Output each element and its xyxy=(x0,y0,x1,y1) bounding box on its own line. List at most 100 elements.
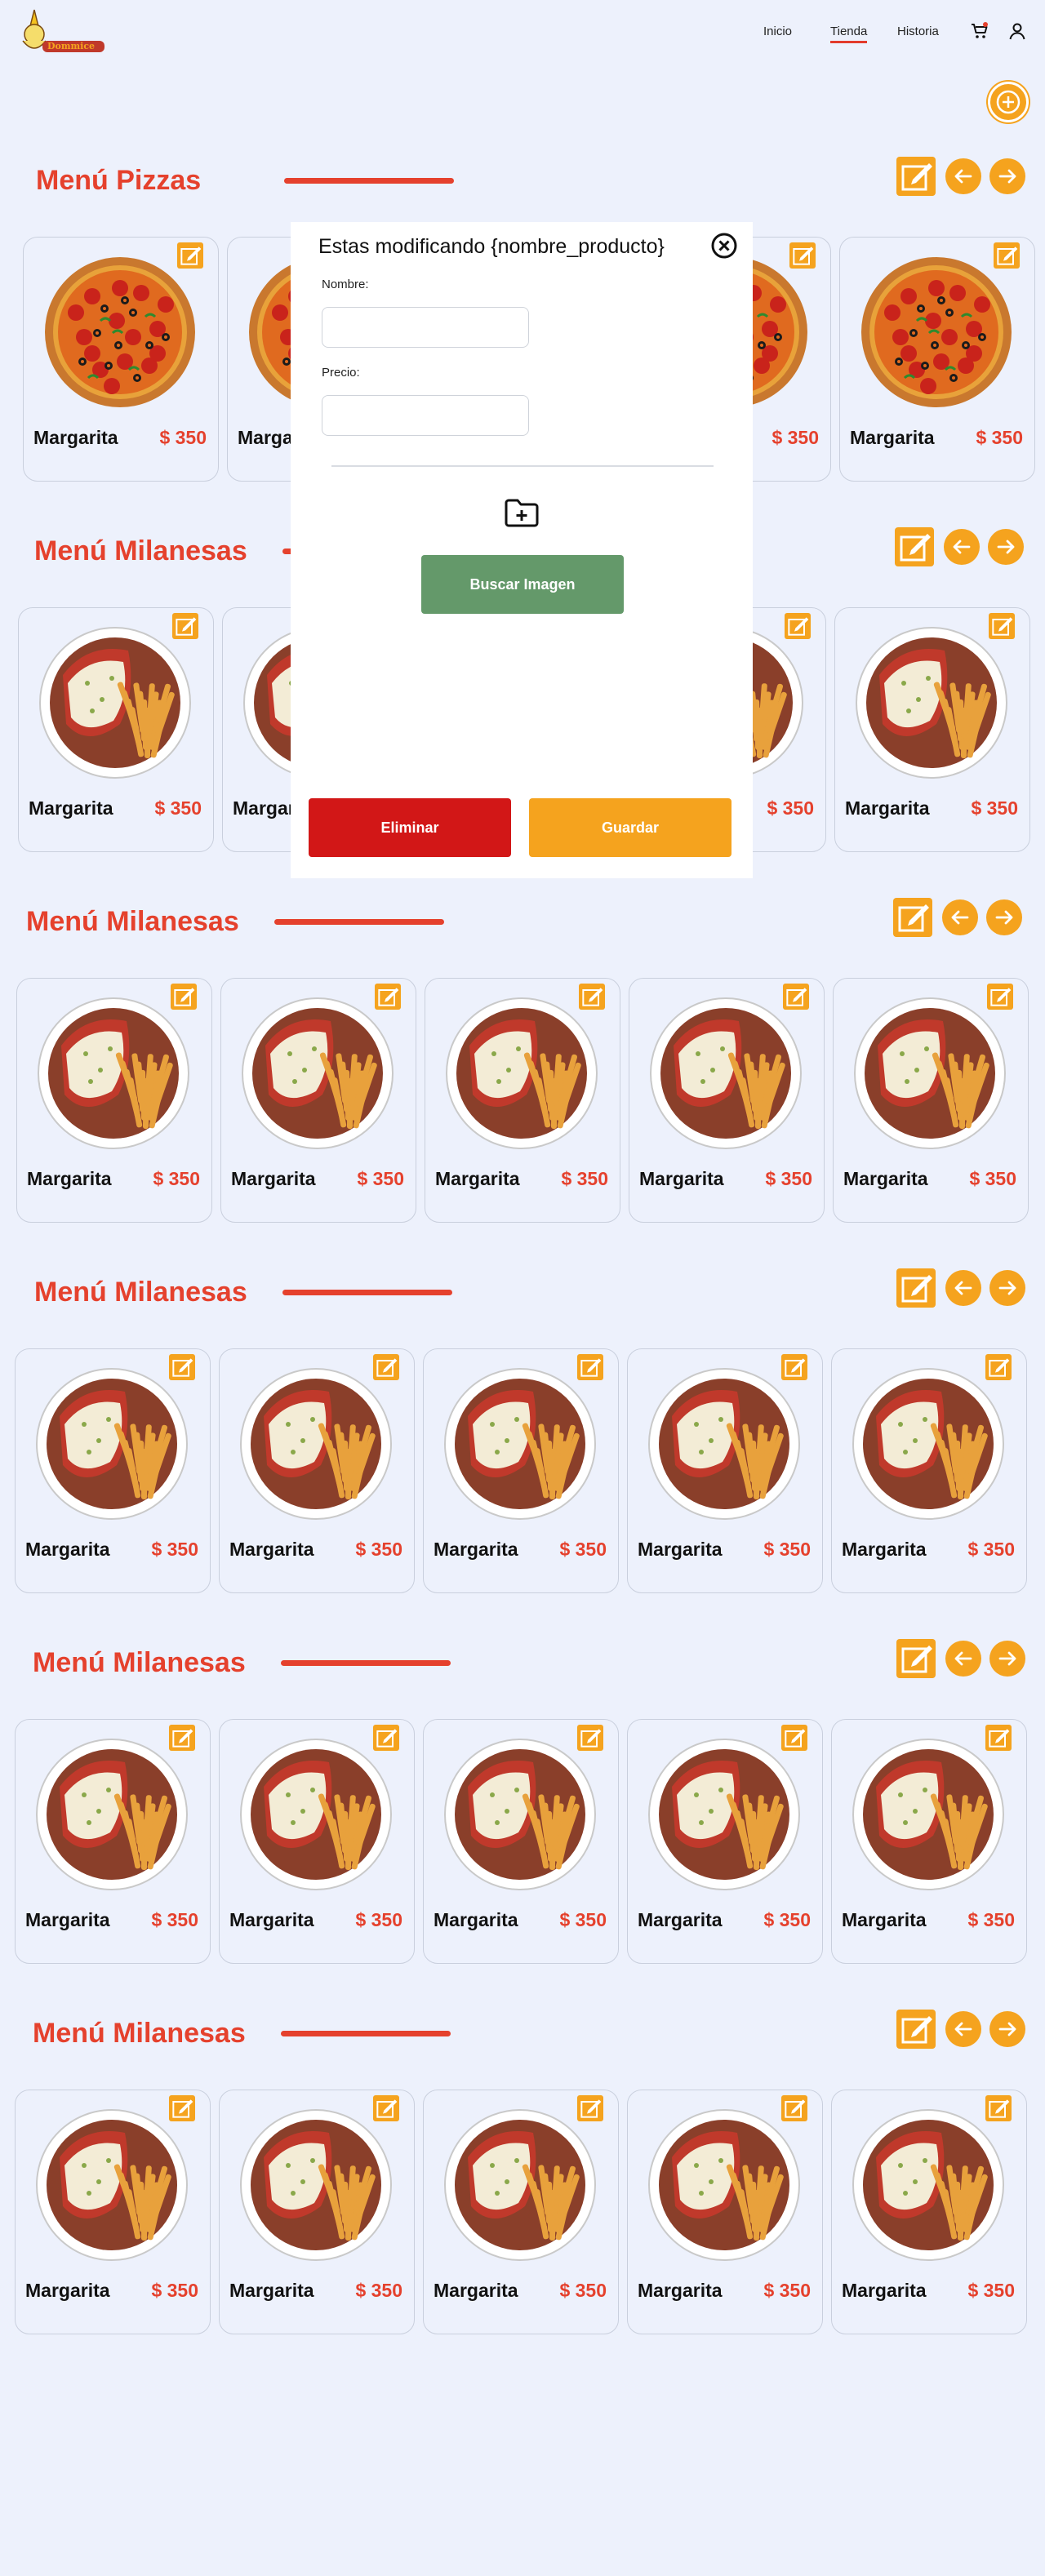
add-product-button[interactable] xyxy=(988,82,1029,122)
edit-product-button[interactable] xyxy=(169,1725,195,1751)
product-image xyxy=(239,1367,393,1521)
product-price: $ 350 xyxy=(154,797,202,819)
edit-product-button[interactable] xyxy=(781,1354,807,1380)
edit-section-button[interactable] xyxy=(893,898,932,937)
product-card[interactable]: Margarita $ 350 xyxy=(627,1348,823,1593)
scroll-right-button[interactable] xyxy=(989,1641,1025,1677)
edit-product-button[interactable] xyxy=(169,2095,195,2121)
nav-tienda[interactable]: Tienda xyxy=(830,24,868,43)
product-card[interactable]: Margarita $ 350 xyxy=(833,978,1029,1223)
product-card[interactable]: Margarita $ 350 xyxy=(839,237,1035,482)
edit-product-button[interactable] xyxy=(169,1354,195,1380)
edit-product-button[interactable] xyxy=(577,1354,603,1380)
menu-section: Menú Milanesas Margarita $ 350 Margarita $ 3… xyxy=(0,1268,1045,1619)
product-card[interactable]: Margarita $ 350 xyxy=(18,607,214,852)
search-image-button[interactable]: Buscar Imagen xyxy=(421,555,624,614)
edit-product-button[interactable] xyxy=(781,2095,807,2121)
edit-product-button[interactable] xyxy=(994,242,1020,269)
section-title: Menú Milanesas xyxy=(34,535,247,566)
save-button[interactable]: Guardar xyxy=(529,798,732,857)
product-price: $ 350 xyxy=(772,427,819,448)
product-card[interactable]: Margarita $ 350 xyxy=(834,607,1030,852)
product-card[interactable]: Margarita $ 350 xyxy=(423,1719,619,1964)
product-card[interactable]: Margarita $ 350 xyxy=(219,1719,415,1964)
price-field[interactable] xyxy=(322,395,529,436)
scroll-left-button[interactable] xyxy=(942,899,978,935)
product-name: Margarita xyxy=(229,2280,314,2301)
scroll-left-button[interactable] xyxy=(945,2011,981,2047)
edit-product-button[interactable] xyxy=(579,984,605,1010)
product-card[interactable]: Margarita $ 350 xyxy=(219,2090,415,2334)
edit-product-button[interactable] xyxy=(373,1354,399,1380)
delete-button[interactable]: Eliminar xyxy=(309,798,511,857)
edit-product-button[interactable] xyxy=(783,984,809,1010)
product-price: $ 350 xyxy=(355,2280,402,2301)
scroll-left-button[interactable] xyxy=(944,529,980,565)
edit-product-button[interactable] xyxy=(985,2095,1012,2121)
edit-icon xyxy=(177,246,203,272)
product-name: Margarita xyxy=(29,797,113,819)
nav-inicio[interactable]: Inicio xyxy=(763,24,792,38)
arrow-left-icon xyxy=(945,169,981,198)
edit-icon xyxy=(896,1275,936,1311)
product-card[interactable]: Margarita $ 350 xyxy=(15,2090,211,2334)
edit-product-button[interactable] xyxy=(987,984,1013,1010)
product-card[interactable]: Margarita $ 350 xyxy=(831,2090,1027,2334)
edit-section-button[interactable] xyxy=(895,527,934,566)
edit-section-button[interactable] xyxy=(896,2010,936,2049)
edit-product-button[interactable] xyxy=(373,2095,399,2121)
edit-product-button[interactable] xyxy=(577,2095,603,2121)
product-card[interactable]: Margarita $ 350 xyxy=(23,237,219,482)
product-image xyxy=(38,626,192,779)
edit-icon xyxy=(169,2099,195,2125)
product-card[interactable]: Margarita $ 350 xyxy=(15,1719,211,1964)
product-card[interactable]: Margarita $ 350 xyxy=(16,978,212,1223)
edit-product-button[interactable] xyxy=(375,984,401,1010)
scroll-right-button[interactable] xyxy=(986,899,1022,935)
product-card[interactable]: Margarita $ 350 xyxy=(627,1719,823,1964)
edit-section-button[interactable] xyxy=(896,1639,936,1678)
nav-historia[interactable]: Historia xyxy=(897,24,939,38)
edit-section-button[interactable] xyxy=(896,157,936,196)
scroll-right-button[interactable] xyxy=(989,2011,1025,2047)
product-card[interactable]: Margarita $ 350 xyxy=(15,1348,211,1593)
product-name: Margarita xyxy=(229,1909,314,1930)
product-card[interactable]: Margarita $ 350 xyxy=(629,978,825,1223)
edit-product-button[interactable] xyxy=(789,242,816,269)
scroll-right-button[interactable] xyxy=(988,529,1024,565)
scroll-left-button[interactable] xyxy=(945,1270,981,1306)
edit-product-button[interactable] xyxy=(373,1725,399,1751)
scroll-right-button[interactable] xyxy=(989,1270,1025,1306)
product-name: Margarita xyxy=(434,1909,518,1930)
product-price: $ 350 xyxy=(559,1909,607,1930)
user-icon[interactable] xyxy=(1007,21,1027,41)
close-icon[interactable] xyxy=(710,232,738,260)
edit-icon xyxy=(783,988,809,1013)
edit-product-button[interactable] xyxy=(785,613,811,639)
edit-product-button[interactable] xyxy=(781,1725,807,1751)
edit-product-button[interactable] xyxy=(171,984,197,1010)
edit-product-button[interactable] xyxy=(985,1354,1012,1380)
edit-section-button[interactable] xyxy=(896,1268,936,1308)
product-name: Margarita xyxy=(850,427,935,448)
scroll-right-button[interactable] xyxy=(989,158,1025,194)
folder-plus-icon[interactable] xyxy=(502,493,541,532)
product-card[interactable]: Margarita $ 350 xyxy=(831,1348,1027,1593)
edit-product-button[interactable] xyxy=(177,242,203,269)
product-card[interactable]: Margarita $ 350 xyxy=(425,978,620,1223)
edit-product-button[interactable] xyxy=(989,613,1015,639)
scroll-left-button[interactable] xyxy=(945,1641,981,1677)
product-card[interactable]: Margarita $ 350 xyxy=(423,2090,619,2334)
product-card[interactable]: Margarita $ 350 xyxy=(423,1348,619,1593)
edit-product-button[interactable] xyxy=(985,1725,1012,1751)
edit-product-button[interactable] xyxy=(172,613,198,639)
product-card[interactable]: Margarita $ 350 xyxy=(219,1348,415,1593)
name-field[interactable] xyxy=(322,307,529,348)
scroll-left-button[interactable] xyxy=(945,158,981,194)
cart-icon[interactable] xyxy=(970,21,989,41)
product-card[interactable]: Margarita $ 350 xyxy=(831,1719,1027,1964)
product-card[interactable]: Margarita $ 350 xyxy=(220,978,416,1223)
product-card[interactable]: Margarita $ 350 xyxy=(627,2090,823,2334)
main-nav: Inicio Tienda Historia xyxy=(0,24,1045,44)
edit-product-button[interactable] xyxy=(577,1725,603,1751)
